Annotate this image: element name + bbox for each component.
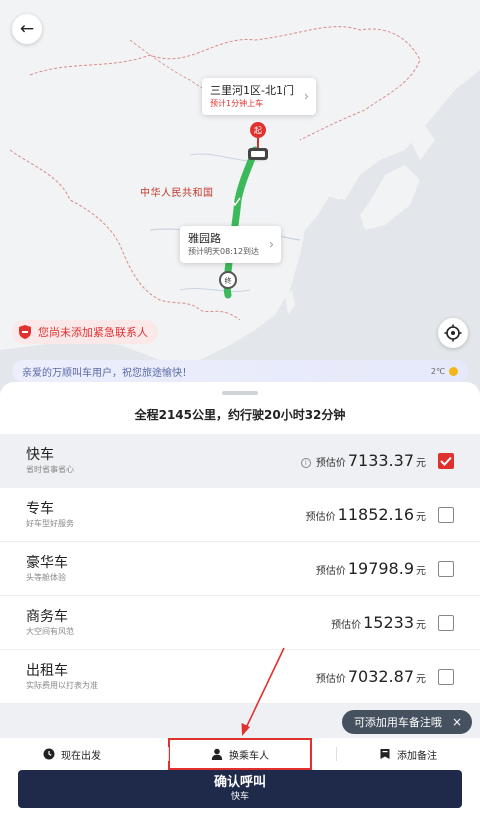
change-passenger-label: 换乘车人 [229,750,269,762]
action-bar: 现在出发 换乘车人 添加备注 [0,738,480,770]
car-checkbox[interactable] [438,506,454,523]
start-marker-label: 起 [254,126,262,135]
welcome-banner-text: 亲爱的万顺叫车用户，祝您旅途愉快！ [22,367,192,379]
price-value: 11852.16 [337,505,414,524]
price-label: 预估价 [331,620,362,631]
price-unit: 元 [416,674,426,685]
drag-handle[interactable] [222,391,258,395]
clock-icon [43,748,55,760]
confirm-call-button[interactable]: 确认呼叫 快车 [18,770,462,808]
country-label: 中华人民共和国 [140,188,214,199]
price-label: 预估价 [315,674,346,685]
add-note-button[interactable]: 添加备注 [336,738,480,770]
price-value: 19798.9 [347,559,414,578]
price-value: 15233 [363,613,414,632]
weather-badge: 2℃ [430,366,458,376]
chevron-right-icon: › [303,89,309,104]
car-name: 专车 [26,500,54,517]
depart-now-label: 现在出发 [61,750,101,762]
bookmark-note-icon [380,749,390,759]
person-icon [211,748,223,760]
trip-summary: 全程2145公里，约行驶20小时32分钟 [134,408,346,422]
start-marker-icon[interactable]: 起 [245,120,271,168]
car-desc: 好车型好服务 [26,518,74,528]
price-value: 7133.37 [347,451,414,470]
car-desc: 大空间有风范 [26,626,74,636]
car-desc: 实际费用以打表为准 [26,680,98,690]
price-label: 预估价 [315,566,346,577]
confirm-call-label: 确认呼叫 [213,775,266,790]
car-option-business[interactable]: 商务车 大空间有风范 预估价 15233 元 [0,596,480,650]
ride-options-sheet: 全程2145公里，约行驶20小时32分钟 快车 省时省事省心 i 预估价 713… [0,382,480,835]
car-name: 商务车 [26,608,68,625]
end-marker-icon[interactable]: 终 [218,270,238,290]
car-option-luxury[interactable]: 豪华车 头等舱体验 预估价 19798.9 元 [0,542,480,596]
car-name: 出租车 [26,662,68,679]
car-name: 快车 [26,446,54,463]
price-unit: 元 [416,512,426,523]
map-view[interactable]: 中华人民共和国 起 终 ← 三里河1区-北1门 预计1分钟上车 › 雅园路 预计… [0,0,480,400]
car-checkbox[interactable] [438,452,454,469]
pickup-location: 三里河1区-北1门 [210,84,294,97]
destination-callout[interactable]: 雅园路 预计明天08:12到达 › [180,226,282,263]
chevron-right-icon: › [268,237,275,252]
crosshair-icon [444,324,462,342]
welcome-banner: 亲爱的万顺叫车用户，祝您旅途愉快！ 2℃ [12,360,468,382]
depart-now-button[interactable]: 现在出发 [0,738,144,770]
confirm-area: 确认呼叫 快车 [0,770,480,835]
price-unit: 元 [416,620,426,631]
price-label: 预估价 [305,512,336,523]
back-button[interactable]: ← [12,14,42,44]
emergency-notice-text: 您尚未添加紧急联系人 [38,326,148,339]
add-note-label: 添加备注 [397,750,437,762]
car-name: 豪华车 [26,554,68,571]
pickup-eta: 预计1分钟上车 [210,99,264,108]
sheet-header: 全程2145公里，约行驶20小时32分钟 [0,382,480,434]
price-label: 预估价 [315,458,346,469]
arrow-left-icon: ← [19,19,35,39]
car-desc: 头等舱体验 [26,572,66,582]
destination-eta: 预计明天08:12到达 [188,247,260,256]
car-checkbox[interactable] [438,560,454,577]
car-option-taxi[interactable]: 出租车 实际费用以打表为准 预估价 7032.87 元 [0,650,480,704]
price-value: 7032.87 [347,667,414,686]
locate-button[interactable] [438,318,468,348]
check-icon [440,456,452,466]
shield-icon [19,325,31,339]
car-checkbox[interactable] [438,668,454,685]
destination-location: 雅园路 [188,232,221,245]
note-tip[interactable]: 可添加用车备注哦 × [341,710,472,734]
car-checkbox[interactable] [438,614,454,631]
change-passenger-button[interactable]: 换乘车人 [168,738,312,770]
price-unit: 元 [416,458,426,469]
info-icon[interactable]: i [300,458,311,468]
weather-temp: 2℃ [430,366,445,376]
pickup-callout[interactable]: 三里河1区-北1门 预计1分钟上车 › [202,78,316,115]
car-option-express[interactable]: 快车 省时省事省心 i 预估价 7133.37 元 [0,434,480,488]
end-marker-label: 终 [225,276,232,285]
note-tip-text: 可添加用车备注哦 [353,716,442,729]
tip-area: 可添加用车备注哦 × [0,704,480,738]
car-option-premier[interactable]: 专车 好车型好服务 预估价 11852.16 元 [0,488,480,542]
emergency-contact-notice[interactable]: 您尚未添加紧急联系人 [12,320,158,344]
confirm-car-type: 快车 [230,792,249,802]
price-unit: 元 [416,566,426,577]
sun-icon [449,366,458,376]
car-desc: 省时省事省心 [26,464,74,474]
close-icon[interactable]: × [452,715,462,729]
